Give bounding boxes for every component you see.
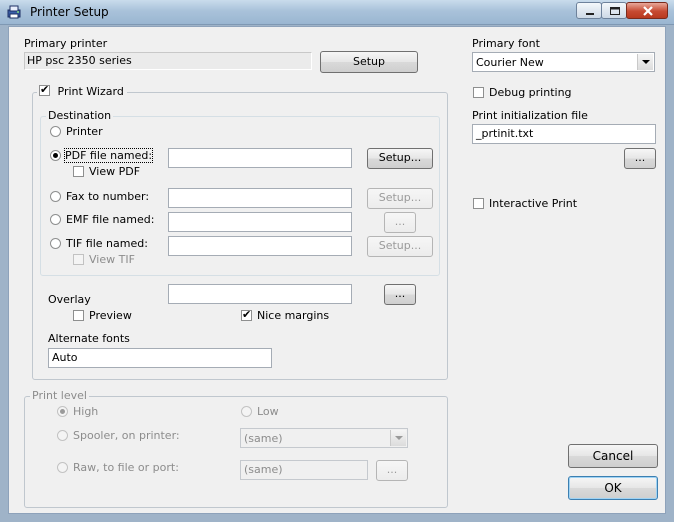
primary-printer-value: HP psc 2350 series xyxy=(24,52,312,70)
low-radio[interactable] xyxy=(241,406,252,417)
dropdown-arrow-icon xyxy=(390,430,406,446)
preview-label: Preview xyxy=(89,309,132,322)
primary-font-value: Courier New xyxy=(476,56,544,69)
nice-margins-label: Nice margins xyxy=(257,309,330,322)
print-level-label: Print level xyxy=(30,389,89,402)
high-radio[interactable] xyxy=(57,406,68,417)
low-radio-label: Low xyxy=(257,405,279,418)
printer-radio[interactable] xyxy=(50,126,61,137)
primary-font-select[interactable]: Courier New xyxy=(472,52,655,72)
interactive-print-label: Interactive Print xyxy=(489,197,578,210)
ok-button[interactable]: OK xyxy=(568,476,658,500)
emf-radio-label: EMF file named: xyxy=(66,213,155,226)
minimize-button[interactable] xyxy=(576,2,602,19)
tif-setup-button[interactable]: Setup... xyxy=(367,236,433,257)
minimize-icon xyxy=(586,13,594,15)
overlay-input[interactable] xyxy=(168,284,352,304)
fax-number-input[interactable] xyxy=(168,188,352,208)
close-icon xyxy=(643,6,653,16)
dropdown-arrow-icon xyxy=(637,54,653,70)
close-button[interactable] xyxy=(626,2,668,19)
tif-filename-input[interactable] xyxy=(168,236,352,256)
high-radio-label: High xyxy=(73,405,99,418)
emf-filename-input[interactable] xyxy=(168,212,352,232)
nice-margins-checkbox[interactable]: ✔ xyxy=(241,308,252,321)
spooler-radio-label: Spooler, on printer: xyxy=(73,429,180,442)
maximize-icon xyxy=(610,7,620,15)
window-title: Printer Setup xyxy=(30,5,109,19)
title-bar[interactable]: Printer Setup xyxy=(0,0,674,25)
debug-printing-label: Debug printing xyxy=(489,86,572,99)
preview-checkbox[interactable] xyxy=(73,310,84,321)
raw-browse-button[interactable]: ... xyxy=(376,460,408,481)
print-wizard-label: Print Wizard xyxy=(57,85,124,98)
primary-printer-label: Primary printer xyxy=(24,37,108,50)
maximize-button[interactable] xyxy=(601,2,627,19)
printer-radio-label: Printer xyxy=(66,125,103,138)
tif-radio[interactable] xyxy=(50,238,61,249)
fax-radio[interactable] xyxy=(50,191,61,202)
cancel-button[interactable]: Cancel xyxy=(568,444,658,468)
spooler-radio[interactable] xyxy=(57,430,68,441)
raw-radio-label: Raw, to file or port: xyxy=(73,461,179,474)
printer-setup-button[interactable]: Setup xyxy=(320,51,418,73)
view-tif-checkbox[interactable] xyxy=(73,254,84,265)
view-pdf-checkbox[interactable] xyxy=(73,166,84,177)
alternate-fonts-label: Alternate fonts xyxy=(48,332,130,345)
spooler-printer-value: (same) xyxy=(244,432,283,445)
view-tif-label: View TIF xyxy=(89,253,135,266)
fax-setup-button[interactable]: Setup... xyxy=(367,188,433,209)
emf-radio[interactable] xyxy=(50,214,61,225)
raw-port-input[interactable]: (same) xyxy=(240,460,368,480)
primary-font-label: Primary font xyxy=(472,37,540,50)
fax-radio-label: Fax to number: xyxy=(66,190,150,203)
destination-label: Destination xyxy=(46,109,114,122)
interactive-print-checkbox[interactable] xyxy=(473,198,484,209)
spooler-printer-select[interactable]: (same) xyxy=(240,428,408,448)
view-pdf-label: View PDF xyxy=(89,165,141,178)
alternate-fonts-input[interactable]: Auto xyxy=(48,348,272,368)
print-wizard-toggle[interactable]: ✔ Print Wizard xyxy=(37,83,127,98)
tif-radio-label: TIF file named: xyxy=(66,237,148,250)
printer-app-icon xyxy=(6,4,22,20)
init-file-input[interactable]: _prtinit.txt xyxy=(472,124,656,144)
print-wizard-checkbox[interactable]: ✔ xyxy=(39,83,50,96)
emf-browse-button[interactable]: ... xyxy=(384,212,416,233)
overlay-label: Overlay xyxy=(48,293,91,306)
pdf-setup-button[interactable]: Setup... xyxy=(367,148,433,169)
checkmark-icon: ✔ xyxy=(242,308,252,321)
debug-printing-checkbox[interactable] xyxy=(473,87,484,98)
init-file-browse-button[interactable]: ... xyxy=(624,148,656,169)
checkmark-icon: ✔ xyxy=(40,83,50,96)
raw-radio[interactable] xyxy=(57,462,68,473)
pdf-radio-label: PDF file named: xyxy=(63,148,154,163)
overlay-browse-button[interactable]: ... xyxy=(384,284,416,305)
init-file-label: Print initialization file xyxy=(472,109,588,122)
pdf-filename-input[interactable] xyxy=(168,148,352,168)
pdf-radio[interactable] xyxy=(50,150,61,161)
